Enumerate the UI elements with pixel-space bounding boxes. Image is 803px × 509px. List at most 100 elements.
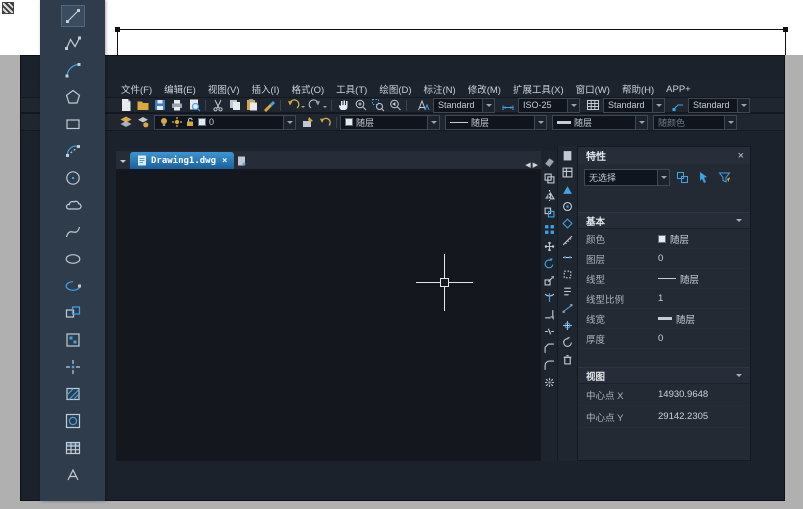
group-icon[interactable] — [561, 217, 574, 230]
mleader-style-combo[interactable]: Standard — [688, 98, 750, 113]
mtext-tool-icon[interactable] — [61, 464, 85, 486]
save-icon[interactable] — [151, 98, 168, 112]
property-value-lineweight[interactable]: 随层 — [656, 312, 750, 326]
model-canvas[interactable] — [116, 169, 541, 461]
drawing-tab[interactable]: Drawing1.dwg × — [130, 152, 234, 169]
pickadd-toggle-icon[interactable] — [674, 169, 691, 185]
rectangle-tool-icon[interactable] — [61, 113, 85, 135]
menu-tools[interactable]: 工具(T) — [332, 81, 371, 97]
menu-format[interactable]: 格式(O) — [287, 81, 328, 97]
menu-dimension[interactable]: 标注(N) — [420, 81, 460, 97]
circle-tool-icon[interactable] — [61, 167, 85, 189]
property-value-center-x[interactable]: 14930.9648 — [656, 389, 750, 400]
tab-scroll-left-icon[interactable]: ◀ — [525, 161, 530, 169]
array-icon[interactable] — [543, 223, 556, 236]
copy-icon[interactable] — [543, 172, 556, 185]
fillet-icon[interactable] — [543, 359, 556, 372]
zoom-realtime-icon[interactable] — [352, 98, 369, 112]
offset-icon[interactable] — [543, 206, 556, 219]
rotate-view-icon[interactable] — [561, 200, 574, 213]
explode-icon[interactable] — [543, 376, 556, 389]
section-view[interactable]: 视图 — [578, 367, 750, 384]
menu-help[interactable]: 帮助(H) — [618, 81, 658, 97]
lineweight-combo[interactable]: 随层 — [552, 115, 648, 130]
match-properties-icon[interactable] — [260, 98, 277, 112]
divide-icon[interactable] — [561, 251, 574, 264]
menu-modify[interactable]: 修改(M) — [464, 81, 505, 97]
distance-icon[interactable] — [561, 302, 574, 315]
chamfer-icon[interactable] — [543, 342, 556, 355]
arc-segment-tool-icon[interactable] — [61, 140, 85, 162]
menu-file[interactable]: 文件(F) — [117, 81, 156, 97]
region-tool-icon[interactable] — [61, 410, 85, 432]
plot-icon[interactable] — [168, 98, 185, 112]
menu-window[interactable]: 窗口(W) — [572, 81, 614, 97]
layer-properties-icon[interactable] — [117, 115, 134, 129]
rotate-icon[interactable] — [543, 257, 556, 270]
revision-cloud-tool-icon[interactable] — [61, 194, 85, 216]
make-block-tool-icon[interactable] — [61, 329, 85, 351]
layer-previous-icon[interactable] — [316, 115, 333, 129]
zoom-previous-icon[interactable] — [386, 98, 403, 112]
make-object-layer-current-icon[interactable] — [299, 115, 316, 129]
measure-icon[interactable] — [561, 234, 574, 247]
pan-icon[interactable] — [335, 98, 352, 112]
property-value-layer[interactable]: 0 — [656, 253, 750, 264]
move-icon[interactable] — [543, 240, 556, 253]
color-combo[interactable]: 随层 — [340, 115, 440, 130]
table-style-icon[interactable] — [584, 98, 601, 112]
new-drawing-tab-icon[interactable] — [234, 153, 250, 169]
tab-scroll-right-icon[interactable]: ▶ — [533, 161, 538, 169]
arc-tool-icon[interactable] — [61, 59, 85, 81]
zoom-window-icon[interactable] — [369, 98, 386, 112]
insert-block-tool-icon[interactable] — [61, 302, 85, 324]
plot-style-combo[interactable]: 随颜色 — [653, 115, 737, 130]
redo-dropdown-icon[interactable] — [323, 106, 327, 110]
undo-dropdown-icon[interactable] — [301, 106, 305, 110]
plot-preview-icon[interactable] — [185, 98, 202, 112]
ellipse-arc-tool-icon[interactable] — [61, 275, 85, 297]
trim-icon[interactable] — [543, 291, 556, 304]
mleader-style-icon[interactable] — [669, 98, 686, 112]
hatch-tool-icon[interactable] — [61, 383, 85, 405]
area-icon[interactable] — [561, 268, 574, 281]
table-tool-icon[interactable] — [61, 437, 85, 459]
linetype-combo[interactable]: 随层 — [445, 115, 547, 130]
polyline-tool-icon[interactable] — [61, 32, 85, 54]
open-file-icon[interactable] — [134, 98, 151, 112]
undo-icon[interactable] — [284, 98, 301, 112]
regen-icon[interactable] — [561, 336, 574, 349]
purge-icon[interactable] — [561, 353, 574, 366]
table-style-combo[interactable]: Standard — [603, 98, 665, 113]
menu-edit[interactable]: 编辑(E) — [160, 81, 200, 97]
text-style-icon[interactable] — [414, 98, 431, 112]
menu-draw[interactable]: 绘图(D) — [375, 81, 415, 97]
ellipse-tool-icon[interactable] — [61, 248, 85, 270]
polygon-tool-icon[interactable] — [61, 86, 85, 108]
selection-combo[interactable]: 无选择 — [584, 169, 670, 186]
property-value-thickness[interactable]: 0 — [656, 333, 750, 344]
text-style-combo[interactable]: Standard — [433, 98, 495, 113]
dim-style-combo[interactable]: ISO-25 — [518, 98, 580, 113]
extend-icon[interactable] — [543, 308, 556, 321]
section-basic[interactable]: 基本 — [578, 212, 750, 229]
tab-close-icon[interactable]: × — [222, 156, 227, 166]
cut-icon[interactable] — [209, 98, 226, 112]
boundary-icon[interactable] — [561, 166, 574, 179]
paste-icon[interactable] — [243, 98, 260, 112]
menu-view[interactable]: 视图(V) — [204, 81, 244, 97]
line-tool-icon[interactable] — [61, 5, 85, 27]
property-value-linetype[interactable]: 随层 — [656, 272, 750, 286]
list-icon[interactable] — [561, 285, 574, 298]
multiple-points-tool-icon[interactable] — [61, 356, 85, 378]
tab-list-icon[interactable] — [116, 153, 130, 169]
redo-icon[interactable] — [306, 98, 323, 112]
scale-icon[interactable] — [543, 274, 556, 287]
property-value-linetype-scale[interactable]: 1 — [656, 293, 750, 304]
close-icon[interactable]: × — [738, 150, 744, 162]
new-file-icon[interactable] — [117, 98, 134, 112]
property-value-color[interactable]: 随层 — [656, 232, 750, 246]
break-icon[interactable] — [543, 325, 556, 338]
menu-app-plus[interactable]: APP+ — [662, 83, 695, 96]
property-value-center-y[interactable]: 29142.2305 — [656, 411, 750, 422]
